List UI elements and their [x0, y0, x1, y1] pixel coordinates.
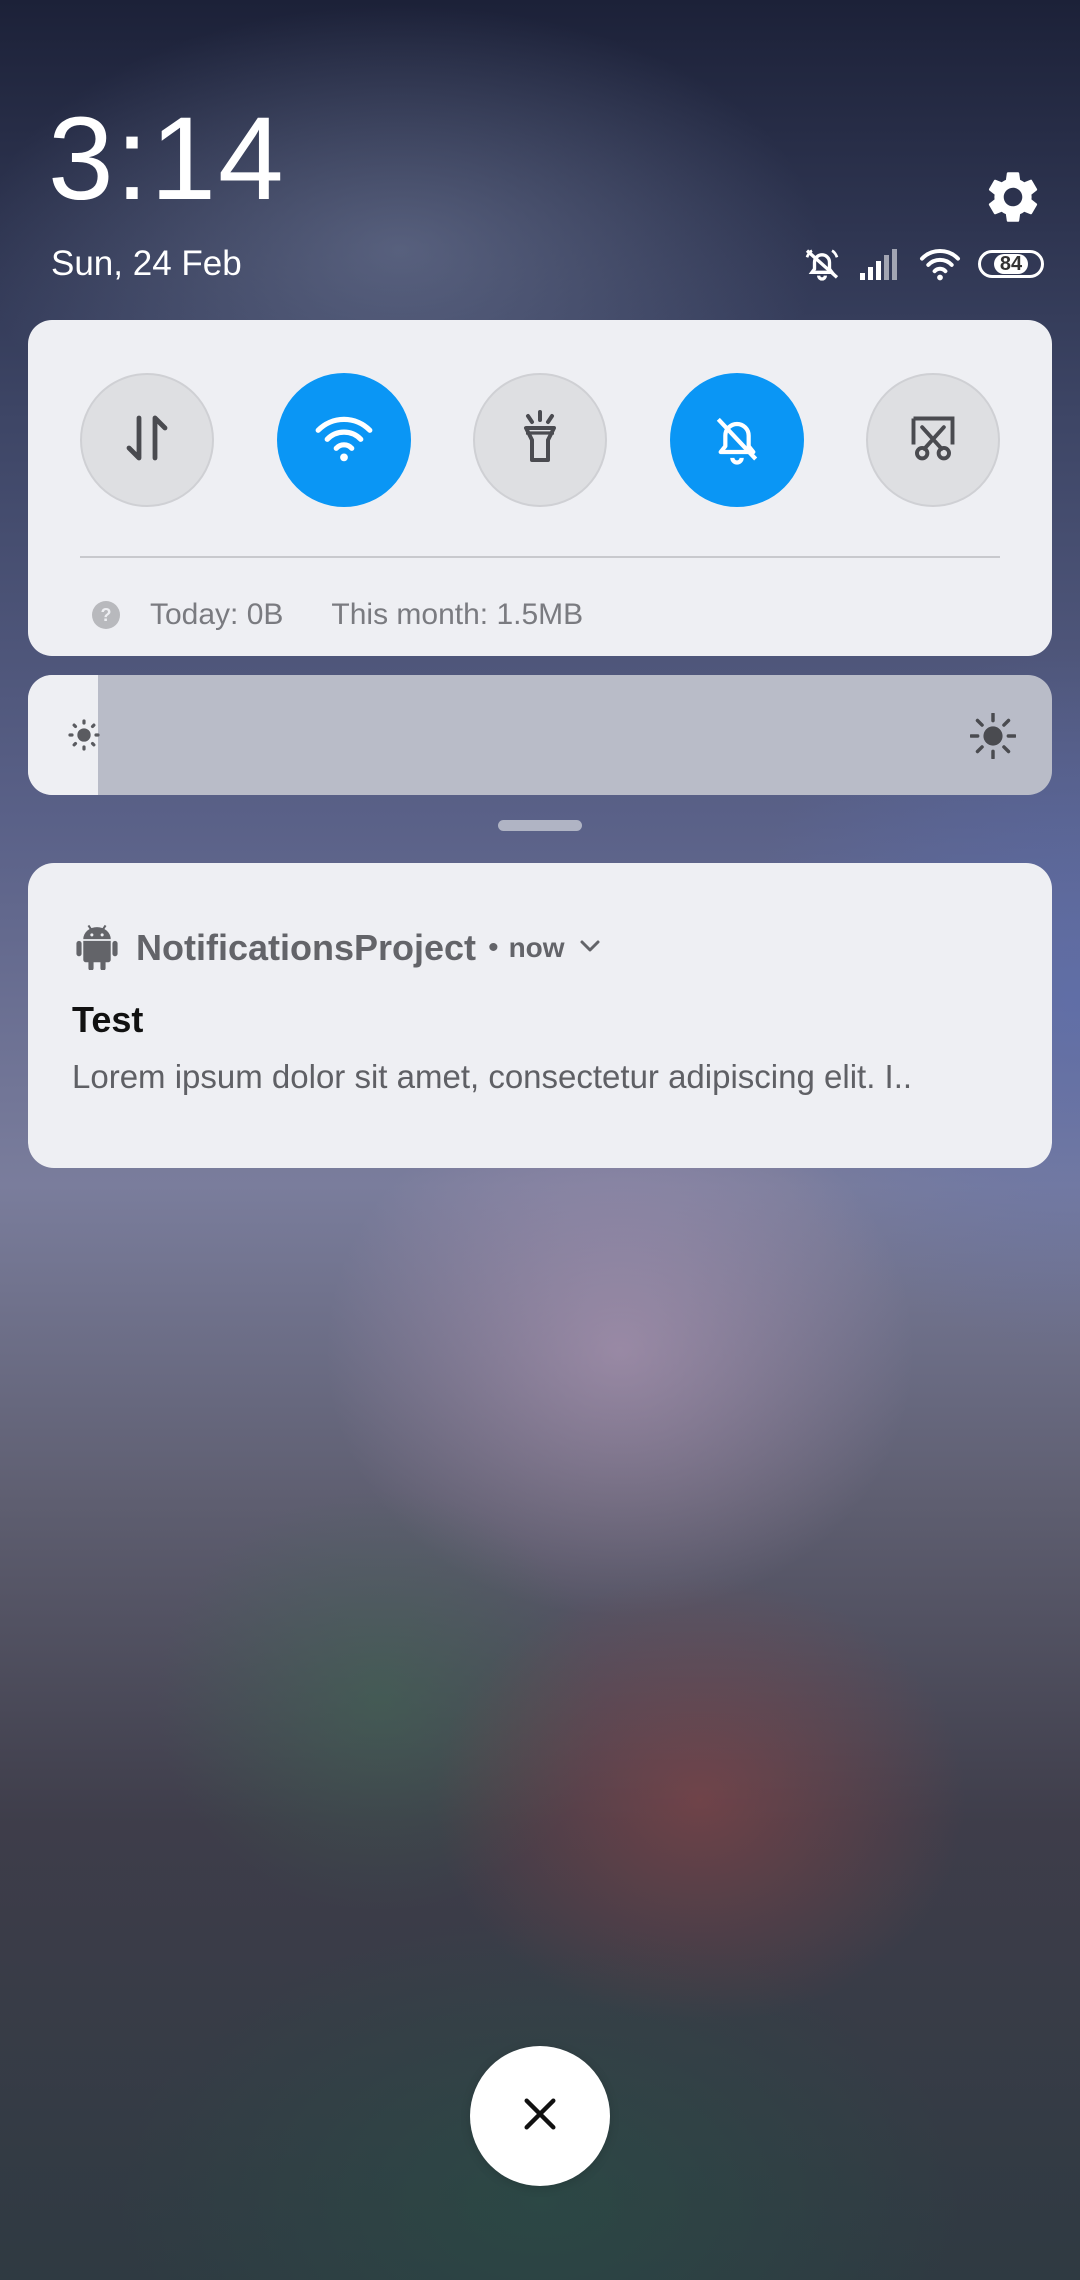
status-bar-icons: 84	[802, 242, 1044, 286]
notification-body: Lorem ipsum dolor sit amet, consectetur …	[72, 1058, 913, 1095]
toggle-silent[interactable]	[670, 373, 804, 507]
data-usage-month: This month: 1.5MB	[331, 598, 584, 631]
scissors-screenshot-icon	[907, 412, 959, 469]
data-transfer-icon	[123, 410, 171, 471]
brightness-slider[interactable]	[28, 675, 1052, 795]
notification-title: Test	[72, 999, 144, 1040]
settings-gear-icon[interactable]	[982, 166, 1044, 228]
brightness-low-icon	[68, 719, 100, 751]
toggle-flashlight[interactable]	[473, 373, 607, 507]
battery-icon: 84	[978, 250, 1044, 278]
data-usage-today: Today: 0B	[150, 598, 284, 631]
close-icon	[520, 2094, 560, 2139]
wifi-icon	[918, 246, 962, 282]
qs-divider	[80, 556, 1000, 558]
chevron-down-icon[interactable]	[579, 939, 601, 958]
clear-notifications-button[interactable]	[470, 2046, 610, 2186]
android-robot-icon	[76, 922, 118, 975]
battery-level: 84	[993, 254, 1029, 274]
toggle-screenshot[interactable]	[866, 373, 1000, 507]
notification-time: now	[508, 932, 565, 963]
ringer-off-icon	[802, 244, 842, 284]
cellular-signal-icon	[858, 247, 902, 281]
notification-header: NotificationsProject • now	[76, 923, 601, 973]
toggle-wifi[interactable]	[277, 373, 411, 507]
separator-dot: •	[488, 931, 499, 964]
clock-time: 3:14	[48, 93, 286, 225]
data-usage-row[interactable]: ? Today: 0B This month: 1.5MB	[92, 590, 583, 640]
toggle-mobile-data[interactable]	[80, 373, 214, 507]
wifi-icon	[313, 412, 375, 469]
bell-off-icon	[709, 410, 765, 471]
notification-app-name: NotificationsProject	[136, 927, 477, 968]
notification-card[interactable]: NotificationsProject • now Test Lorem ip…	[28, 863, 1052, 1168]
drag-handle[interactable]	[498, 820, 582, 831]
date-label: Sun, 24 Feb	[51, 244, 242, 283]
flashlight-icon	[515, 409, 565, 471]
help-icon: ?	[92, 601, 120, 629]
brightness-high-icon	[969, 712, 1017, 760]
quick-settings-panel: ? Today: 0B This month: 1.5MB	[28, 320, 1052, 656]
